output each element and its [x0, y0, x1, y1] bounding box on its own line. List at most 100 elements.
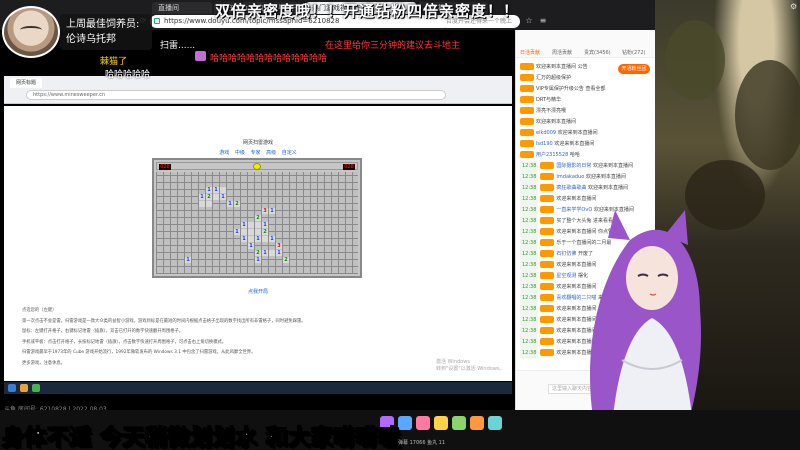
- mine-cell[interactable]: 1: [269, 236, 275, 242]
- mine-cell[interactable]: 1: [241, 236, 247, 242]
- level-badge-icon: [540, 239, 555, 246]
- level-badge-icon: [540, 195, 555, 202]
- smiley-face-icon[interactable]: [253, 163, 261, 170]
- chat-message[interactable]: 12:38 国际摄影的日常 欢迎来到本直播间: [516, 161, 656, 172]
- level-badge-icon: [520, 63, 534, 70]
- level-badge-icon: [540, 327, 555, 334]
- chat-message[interactable]: 汇万的超级保护: [516, 73, 656, 84]
- face-shape: [626, 246, 678, 310]
- browser-icon[interactable]: [32, 384, 40, 392]
- gift-icon[interactable]: [434, 416, 448, 430]
- mine-cell[interactable]: 2: [255, 250, 261, 256]
- chat-username[interactable]: eikd009: [536, 130, 556, 136]
- mine-cell[interactable]: [255, 229, 261, 235]
- chat-username[interactable]: 疯狂歌曲歌曲: [556, 185, 586, 191]
- gift-icon[interactable]: [470, 416, 484, 430]
- chat-message[interactable]: 欢迎来到本直播间: [516, 117, 656, 128]
- mine-cell[interactable]: 1: [276, 250, 282, 256]
- mine-cell[interactable]: [199, 201, 205, 207]
- mine-cell[interactable]: 1: [262, 222, 268, 228]
- mine-cell[interactable]: 1: [220, 194, 226, 200]
- level-badge-icon: [520, 74, 534, 81]
- chat-username[interactable]: Imdakaduo: [556, 174, 584, 180]
- mine-cell[interactable]: 1: [255, 236, 261, 242]
- danmaku-message: 哈哈哈哈哈: [105, 70, 151, 80]
- mine-cell[interactable]: 1: [213, 187, 219, 193]
- mine-cell[interactable]: [241, 229, 247, 235]
- chat-message[interactable]: VIP专属保护升级公告 查看全部: [516, 84, 656, 95]
- mine-cell[interactable]: 3: [262, 208, 268, 214]
- gift-icon[interactable]: [488, 416, 502, 430]
- mine-cell[interactable]: 1: [255, 257, 261, 263]
- mine-cell[interactable]: 1: [206, 187, 212, 193]
- board-header: 028 028: [156, 162, 358, 170]
- mine-cell[interactable]: 1: [248, 243, 254, 249]
- chat-text: 漂亮不漂亮哦: [536, 108, 567, 114]
- mine-cell[interactable]: [262, 236, 268, 242]
- folder-icon[interactable]: [20, 384, 28, 392]
- stream-stats: 弹幕 17066 鱼丸 11: [398, 440, 446, 446]
- mine-cell[interactable]: [206, 201, 212, 207]
- desc-line: 扫雷游戏最早于1973年的 Cube 游戏开始流行，1992年微软发布的 Win…: [22, 350, 256, 355]
- game-description: 点选您的（左键） 第一次点击不会是雷。扫雷游戏是一款大众类的益智小游戏，游戏目标…: [22, 306, 492, 369]
- chat-time: 12:38: [520, 271, 539, 282]
- minesweeper-board[interactable]: 028 028 1112112312111211131211112: [152, 158, 362, 278]
- mine-cell[interactable]: 2: [283, 257, 289, 263]
- level-badge-icon: [540, 206, 555, 213]
- mine-cell[interactable]: [248, 222, 254, 228]
- chat-message[interactable]: 12:38 Imdakaduo 欢迎来到本直播间: [516, 172, 656, 183]
- mine-cell[interactable]: [269, 250, 275, 256]
- chat-username[interactable]: lsd190: [536, 141, 553, 147]
- chat-message[interactable]: 用户2315528 哈哈: [516, 150, 656, 161]
- mine-cell[interactable]: 1: [185, 257, 191, 263]
- menu-item-expert[interactable]: 专家: [250, 150, 260, 156]
- chat-username[interactable]: 国际摄影的日常: [556, 163, 591, 169]
- menu-item-medium[interactable]: 中级: [235, 150, 245, 156]
- start-icon[interactable]: [8, 384, 16, 392]
- mine-cell[interactable]: 2: [234, 201, 240, 207]
- gift-icon[interactable]: [452, 416, 466, 430]
- chat-message[interactable]: 漂亮不漂亮哦: [516, 106, 656, 117]
- game-title: 网页扫雷游戏: [242, 140, 273, 146]
- menu-item-advanced[interactable]: 高级: [266, 150, 276, 156]
- gift-icon[interactable]: [416, 416, 430, 430]
- mine-cell[interactable]: [248, 236, 254, 242]
- mine-cell[interactable]: 1: [227, 201, 233, 207]
- level-badge-icon: [540, 173, 555, 180]
- mine-grid[interactable]: 1112112312111211131211112: [156, 172, 358, 274]
- restart-link[interactable]: 点我开局: [4, 288, 512, 295]
- chat-message[interactable]: DRT与精华: [516, 95, 656, 106]
- browser-tab[interactable]: 直播间: [152, 2, 212, 14]
- mine-cell[interactable]: [220, 187, 226, 193]
- chat-message[interactable]: 12:38 疯狂歌曲歌曲 欢迎来到本直播间: [516, 183, 656, 194]
- mine-cell[interactable]: 1: [262, 250, 268, 256]
- menu-item-custom[interactable]: 自定义: [282, 150, 297, 156]
- mine-cell[interactable]: 1: [269, 208, 275, 214]
- mine-cell[interactable]: [213, 194, 219, 200]
- level-badge-icon: [540, 272, 555, 279]
- tab-daily[interactable]: 日活贡献: [520, 48, 540, 58]
- mine-cell[interactable]: 2: [206, 194, 212, 200]
- chat-message[interactable]: lsd190 欢迎来到本直播间: [516, 139, 656, 150]
- mine-cell[interactable]: [248, 229, 254, 235]
- inner-tab[interactable]: 网页标题: [10, 78, 43, 88]
- chat-text: 欢迎来到本直播间: [593, 163, 634, 169]
- chat-message[interactable]: eikd009 欢迎来到本直播间: [516, 128, 656, 139]
- mine-cell[interactable]: 2: [262, 229, 268, 235]
- chat-message[interactable]: 欢迎来到本直播间 公告: [516, 62, 656, 73]
- mine-cell[interactable]: 1: [241, 222, 247, 228]
- mine-cell[interactable]: 3: [276, 243, 282, 249]
- mine-cell[interactable]: 1: [199, 194, 205, 200]
- tab-fans[interactable]: 钻粉(272): [622, 48, 645, 58]
- inner-address-bar[interactable]: https://www.minesweeper.cn: [26, 90, 446, 100]
- menu-item-game[interactable]: 游戏: [219, 150, 229, 156]
- chat-username[interactable]: 用户2315528: [536, 152, 568, 158]
- mine-cell[interactable]: [255, 222, 261, 228]
- chat-time: 12:38: [520, 172, 539, 183]
- stream-video[interactable]: 网页标题 https://www.minesweeper.cn 网页扫雷游戏 游…: [0, 30, 515, 413]
- tab-vip[interactable]: 贵宾(3456): [584, 48, 611, 58]
- settings-icon[interactable]: ⚙: [790, 2, 800, 12]
- mine-cell[interactable]: 1: [234, 229, 240, 235]
- tab-weekly[interactable]: 周活贡献: [552, 48, 572, 58]
- mine-cell[interactable]: 2: [255, 215, 261, 221]
